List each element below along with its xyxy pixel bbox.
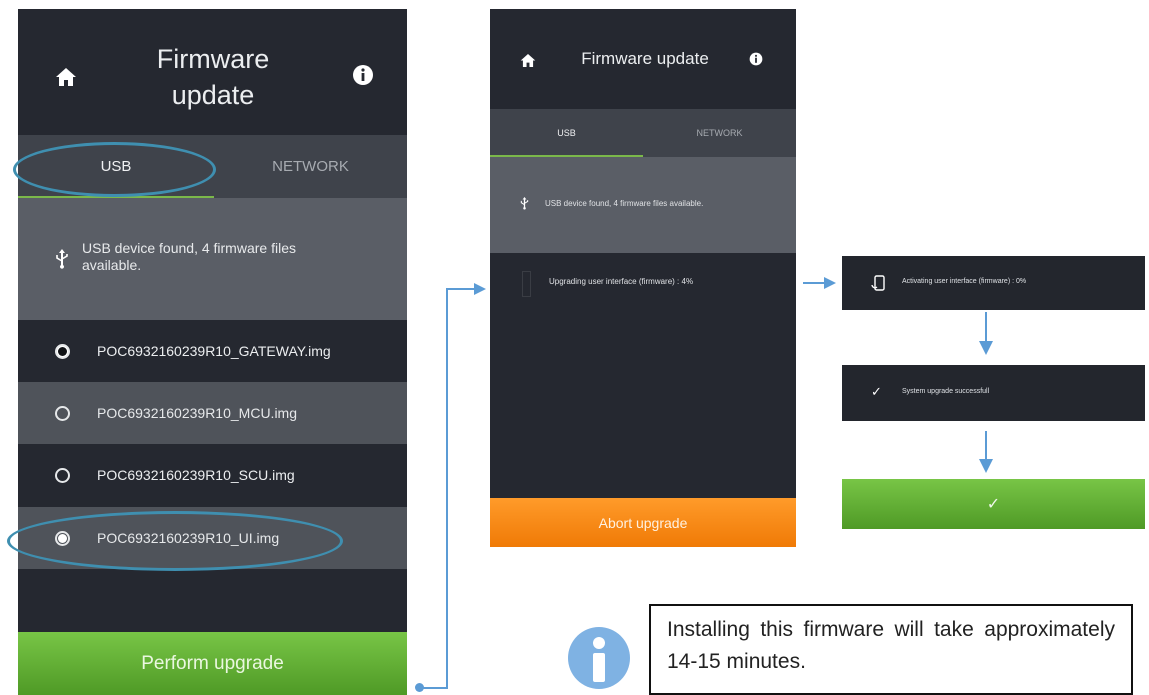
tab-network[interactable]: NETWORK bbox=[214, 135, 407, 198]
abort-upgrade-label: Abort upgrade bbox=[598, 514, 688, 531]
connector-arrow bbox=[824, 277, 836, 289]
perform-upgrade-button[interactable]: Perform upgrade bbox=[18, 632, 407, 695]
note-text: Installing this firmware will take appro… bbox=[667, 618, 1115, 673]
file-row-scu[interactable]: POC6932160239R10_SCU.img bbox=[18, 444, 407, 507]
connector-line bbox=[446, 288, 448, 689]
info-icon bbox=[568, 627, 630, 689]
page-title: Firmware update bbox=[118, 41, 308, 113]
done-button[interactable]: ✓ bbox=[842, 479, 1145, 529]
connector-line bbox=[985, 431, 987, 461]
status-message: USB device found, 4 firmware files avail… bbox=[18, 198, 407, 320]
header-bar: Firmware update bbox=[490, 9, 796, 109]
status-message: USB device found, 4 firmware files avail… bbox=[490, 157, 796, 253]
progress-text: Upgrading user interface (firmware) : 4% bbox=[549, 277, 694, 286]
tab-network-label: NETWORK bbox=[696, 128, 743, 138]
file-row-mcu[interactable]: POC6932160239R10_MCU.img bbox=[18, 382, 407, 444]
highlight-ellipse-ui-file bbox=[7, 511, 343, 571]
info-icon[interactable] bbox=[749, 52, 763, 66]
check-icon: ✓ bbox=[986, 496, 1001, 513]
page-title: Firmware update bbox=[581, 49, 709, 68]
file-name: POC6932160239R10_SCU.img bbox=[97, 467, 295, 483]
radio-button[interactable] bbox=[55, 406, 70, 421]
usb-icon bbox=[520, 197, 529, 210]
connector-arrow bbox=[979, 341, 993, 355]
info-icon[interactable] bbox=[352, 64, 374, 86]
success-card: ✓ System upgrade successfull bbox=[842, 365, 1145, 421]
left-firmware-screen: Firmware update USB NETWORK USB device f… bbox=[18, 9, 407, 695]
file-name: POC6932160239R10_MCU.img bbox=[97, 405, 297, 421]
success-text: System upgrade successfull bbox=[902, 388, 990, 395]
activating-text: Activating user interface (firmware) : 0… bbox=[902, 278, 1027, 285]
home-icon[interactable] bbox=[520, 53, 536, 68]
radio-button[interactable] bbox=[55, 344, 70, 359]
home-icon[interactable] bbox=[55, 67, 77, 87]
tab-bar: USB NETWORK bbox=[490, 109, 796, 157]
title-line-2: update bbox=[171, 80, 255, 110]
header-bar: Firmware update bbox=[18, 9, 407, 135]
connector-line bbox=[803, 282, 825, 284]
highlight-ellipse-usb bbox=[13, 142, 216, 197]
tab-network-label: NETWORK bbox=[272, 158, 349, 175]
progress-icon bbox=[522, 271, 531, 297]
file-name: POC6932160239R10_GATEWAY.img bbox=[97, 343, 331, 359]
abort-upgrade-button[interactable]: Abort upgrade bbox=[490, 498, 796, 547]
connector-line bbox=[985, 312, 987, 342]
connector-arrow bbox=[979, 459, 993, 473]
title-line-1: Firmware bbox=[156, 44, 270, 74]
tab-usb-label: USB bbox=[557, 128, 576, 138]
activating-card: Activating user interface (firmware) : 0… bbox=[842, 256, 1145, 310]
middle-firmware-screen: Firmware update USB NETWORK USB device f… bbox=[490, 9, 796, 547]
status-text: USB device found, 4 firmware files avail… bbox=[82, 240, 296, 273]
connector-line bbox=[446, 288, 474, 290]
note-box: Installing this firmware will take appro… bbox=[649, 604, 1133, 695]
tab-usb[interactable]: USB bbox=[490, 109, 643, 157]
status-text: USB device found, 4 firmware files avail… bbox=[545, 199, 704, 208]
connector-line bbox=[420, 687, 448, 689]
tab-network[interactable]: NETWORK bbox=[643, 109, 796, 157]
connector-arrow bbox=[474, 283, 486, 295]
file-row-gateway[interactable]: POC6932160239R10_GATEWAY.img bbox=[18, 320, 407, 382]
usb-icon bbox=[56, 249, 68, 269]
perform-upgrade-label: Perform upgrade bbox=[141, 652, 284, 674]
check-icon: ✓ bbox=[871, 384, 882, 399]
phone-refresh-icon bbox=[871, 275, 885, 291]
progress-row: Upgrading user interface (firmware) : 4% bbox=[490, 253, 796, 315]
radio-button[interactable] bbox=[55, 468, 70, 483]
